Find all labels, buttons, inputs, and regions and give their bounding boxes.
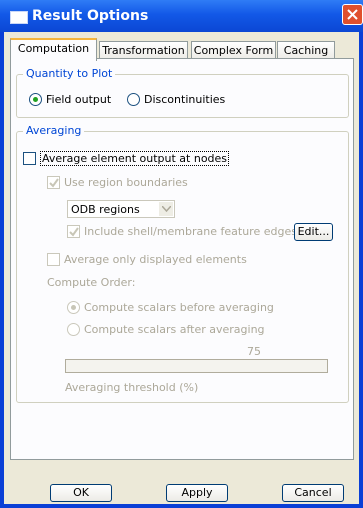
compute-before-radio[interactable] (67, 301, 80, 314)
close-button[interactable] (342, 4, 363, 25)
discontinuities-radio[interactable] (127, 93, 140, 106)
tab-complex-form[interactable]: Complex Form (191, 41, 276, 59)
displayed-only-label: Average only displayed elements (64, 253, 247, 266)
threshold-label: Averaging threshold (%) (65, 381, 199, 394)
tab-computation[interactable]: Computation (10, 38, 97, 61)
averaging-legend: Averaging (23, 124, 85, 137)
displayed-only-checkbox[interactable] (47, 253, 60, 266)
dialog-client: Computation Transformation Complex Form … (4, 32, 359, 504)
average-nodes-label: Average element output at nodes (40, 151, 230, 166)
threshold-value: 75 (247, 345, 261, 358)
averaging-threshold-slider[interactable] (65, 359, 328, 373)
discontinuities-label: Discontinuities (144, 93, 226, 106)
include-edges-label: Include shell/membrane feature edges (84, 225, 297, 238)
tab-caching[interactable]: Caching (277, 41, 335, 59)
apply-button[interactable]: Apply (166, 484, 228, 502)
window-title: Result Options (32, 8, 149, 24)
averaging-group: Averaging Average element output at node… (16, 124, 349, 403)
compute-order-label: Compute Order: (47, 276, 136, 289)
ok-button[interactable]: OK (50, 484, 112, 502)
field-output-radio[interactable] (29, 93, 42, 106)
chevron-down-icon (159, 202, 173, 216)
compute-before-label: Compute scalars before averaging (84, 301, 274, 314)
field-output-label: Field output (46, 93, 112, 106)
tab-transformation[interactable]: Transformation (99, 41, 188, 59)
region-type-select[interactable]: ODB regions (67, 200, 175, 218)
result-options-window: Result Options Computation Transformatio… (0, 0, 363, 508)
title-bar[interactable]: Result Options (0, 0, 363, 32)
computation-panel: Quantity to Plot Field output Discontinu… (10, 58, 354, 460)
region-type-value: ODB regions (71, 203, 140, 216)
use-region-boundaries-checkbox[interactable] (47, 176, 60, 189)
compute-after-radio[interactable] (67, 323, 80, 336)
edit-button[interactable]: Edit... (294, 223, 333, 241)
compute-after-label: Compute scalars after averaging (84, 323, 265, 336)
use-region-boundaries-label: Use region boundaries (64, 176, 188, 189)
close-icon (347, 9, 358, 20)
cancel-button[interactable]: Cancel (282, 484, 344, 502)
quantity-legend: Quantity to Plot (23, 67, 116, 80)
window-icon (10, 11, 28, 24)
average-nodes-checkbox[interactable] (23, 152, 36, 165)
quantity-group: Quantity to Plot Field output Discontinu… (16, 67, 349, 118)
include-edges-checkbox[interactable] (67, 225, 80, 238)
